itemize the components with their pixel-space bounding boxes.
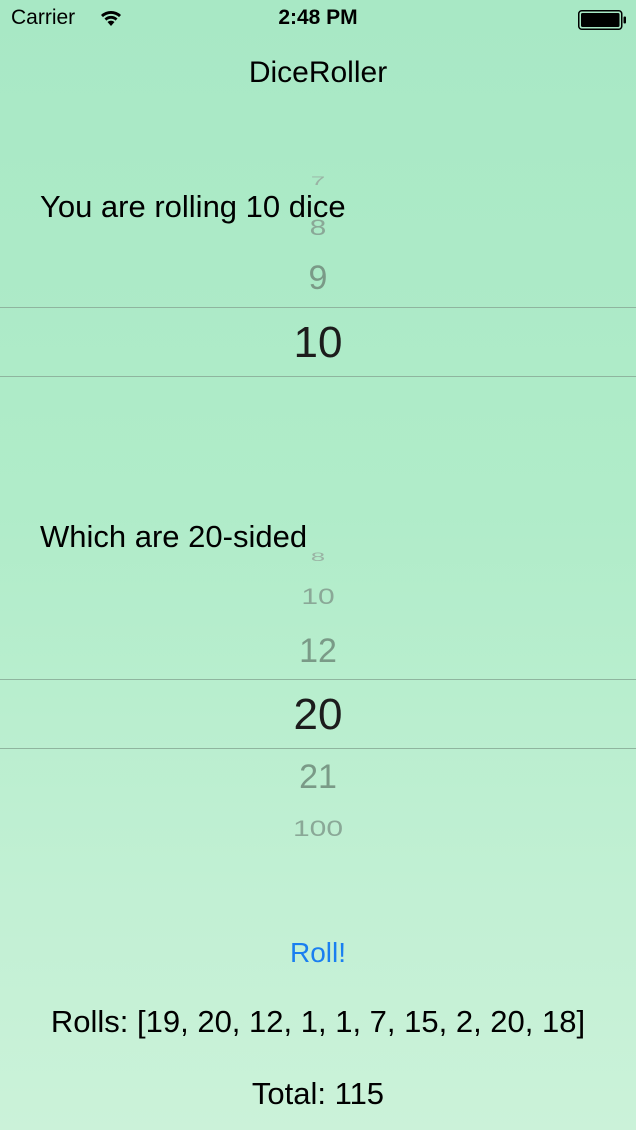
picker-selection-bottom-line	[0, 376, 636, 377]
status-time: 2:48 PM	[278, 6, 358, 29]
status-bar: Carrier 2:48 PM	[0, 0, 636, 40]
picker-selection-top-line	[0, 307, 636, 308]
nav-title: DiceRoller	[248, 56, 388, 89]
picker-selection-top-line	[0, 679, 636, 680]
picker-row[interactable]: 9	[0, 261, 636, 295]
battery-icon	[578, 10, 626, 30]
picker-selected-row[interactable]: 20	[0, 693, 636, 737]
picker-row[interactable]: 7	[0, 175, 636, 187]
rolls-result: Rolls: [19, 20, 12, 1, 1, 7, 15, 2, 20, …	[50, 1004, 586, 1039]
picker-selection-bottom-line	[0, 748, 636, 749]
picker-row[interactable]: 12	[0, 634, 636, 668]
picker-row[interactable]: 100	[0, 817, 636, 841]
dice-sides-picker[interactable]: 8 10 12 20 21 100	[0, 520, 636, 860]
roll-button[interactable]: Roll!	[0, 937, 636, 969]
picker-row[interactable]: 10	[0, 585, 636, 609]
dice-count-picker[interactable]: 7 8 9 10	[0, 120, 636, 440]
dice-count-label: You are rolling 10 dice	[40, 189, 346, 224]
total-result: Total: 115	[251, 1076, 385, 1111]
picker-row[interactable]: 21	[0, 760, 636, 794]
picker-selected-row[interactable]: 10	[0, 321, 636, 365]
dice-sides-label: Which are 20-sided	[40, 519, 308, 554]
